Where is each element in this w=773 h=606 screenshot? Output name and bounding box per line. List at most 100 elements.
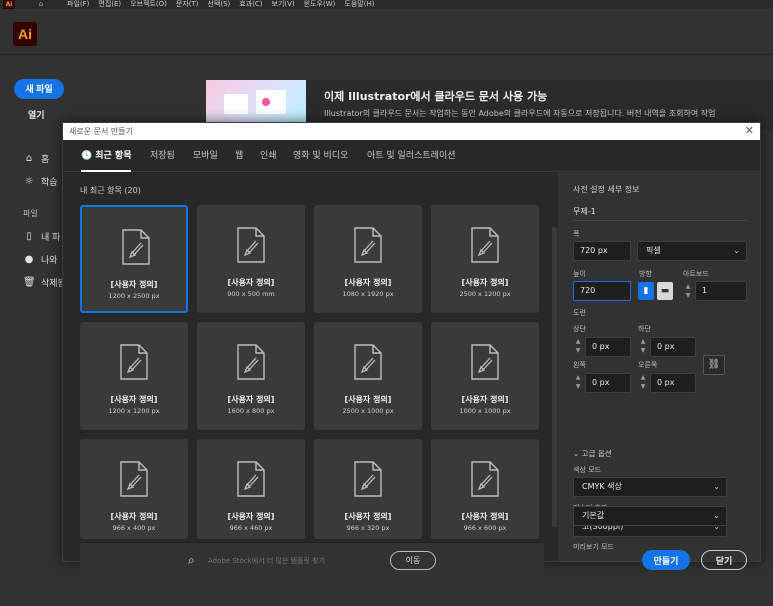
document-name-field[interactable]: 무제-1 — [573, 203, 747, 221]
preset-card[interactable]: [사용자 정의] 1080 x 1920 px — [314, 205, 422, 313]
right-label: 오른쪽 — [638, 361, 658, 369]
menu-item[interactable]: 선택(S) — [208, 0, 231, 9]
close-icon[interactable]: ✕ — [745, 124, 754, 137]
preview-mode-dropdown[interactable]: 기본값 ⌄ — [573, 506, 727, 526]
preset-dimensions: 900 x 500 mm — [227, 290, 275, 298]
preset-label: [사용자 정의] — [461, 278, 509, 287]
color-mode-label: 색상 모드 — [573, 466, 601, 474]
advanced-options-toggle[interactable]: ⌄ 고급 옵션 — [573, 448, 612, 459]
sidebar-item-label: 학습 — [41, 178, 58, 188]
menu-item[interactable]: 효과(C) — [239, 0, 262, 9]
sidebar-item-learn[interactable]: ☼ 학습 — [23, 175, 58, 188]
menu-bar: Ai ⌂ 파일(F) 편집(E) 오브젝트(O) 문자(T) 선택(S) 효과(C) 보기(… — [0, 0, 773, 9]
width-field[interactable]: 720 px — [573, 241, 631, 261]
preset-card[interactable]: [사용자 정의] 966 x 400 px — [80, 439, 188, 539]
preset-card[interactable]: [사용자 정의] 1200 x 1200 px — [80, 322, 188, 430]
landscape-icon[interactable]: ▬ — [657, 282, 673, 300]
tab-mobile[interactable]: 모바일 — [193, 140, 218, 172]
preset-details-pane: 사전 설정 세부 정보 무제-1 폭 720 px 픽셀 ⌄ 높이 720 방향… — [561, 172, 760, 561]
preview-mode-label: 미리보기 모드 — [573, 543, 614, 551]
banner-title: 이제 Illustrator에서 클라우드 문서 사용 가능 — [324, 90, 548, 103]
home-sidebar: 새 파일 열기 ⌂ 홈 ☼ 학습 파일 ▯ 내 파 ● 나와 🗑 삭제됨 — [0, 56, 66, 606]
preset-label: [사용자 정의] — [344, 512, 392, 521]
recent-heading: 내 최근 항목 (20) — [80, 186, 141, 195]
artboards-field[interactable]: 1 — [695, 281, 747, 301]
sidebar-item-label: 내 파 — [41, 233, 61, 243]
tab-saved[interactable]: 저장됨 — [150, 140, 175, 172]
menu-item[interactable]: 도움말(H) — [344, 0, 374, 9]
preset-card[interactable]: [사용자 정의] 1200 x 2500 px — [80, 205, 188, 313]
preset-label: [사용자 정의] — [344, 395, 392, 404]
artboards-label: 아트보드 — [683, 270, 709, 278]
right-field[interactable]: 0 px — [650, 373, 696, 393]
menu-item[interactable]: 문자(T) — [176, 0, 199, 9]
sidebar-item-shared[interactable]: ● 나와 — [23, 253, 58, 266]
sidebar-item-my-files[interactable]: ▯ 내 파 — [23, 230, 60, 243]
create-button[interactable]: 만들기 — [642, 550, 690, 570]
tab-art-illustration[interactable]: 아트 및 일러스트레이션 — [367, 140, 456, 172]
trash-icon: 🗑 — [23, 277, 36, 288]
open-button[interactable]: 열기 — [28, 108, 45, 121]
top-stepper[interactable]: ▲ ▼ — [573, 337, 583, 357]
stock-search-input[interactable] — [208, 553, 388, 569]
preset-dimensions: 966 x 320 px — [346, 524, 390, 532]
app-logo-small: Ai — [3, 0, 15, 9]
tab-film-video[interactable]: 영화 및 비디오 — [293, 140, 348, 172]
sidebar-item-home[interactable]: ⌂ 홈 — [23, 152, 49, 165]
close-button[interactable]: 닫기 — [701, 550, 747, 570]
unit-dropdown[interactable]: 픽셀 ⌄ — [637, 241, 747, 261]
preset-label: [사용자 정의] — [110, 395, 158, 404]
app-header: Ai — [0, 9, 773, 55]
go-button[interactable]: 이동 — [390, 551, 436, 570]
left-stepper[interactable]: ▲ ▼ — [573, 373, 583, 393]
menu-item[interactable]: 윈도우(W) — [304, 0, 336, 9]
preset-dimensions: 1600 x 800 px — [227, 407, 275, 415]
details-heading: 사전 설정 세부 정보 — [573, 185, 640, 194]
tab-recent[interactable]: 🕓 최근 항목 — [81, 140, 132, 172]
preset-card[interactable]: [사용자 정의] 2500 x 1000 px — [314, 322, 422, 430]
sidebar-item-deleted[interactable]: 🗑 삭제됨 — [23, 276, 66, 289]
preset-card[interactable]: [사용자 정의] 966 x 600 px — [431, 439, 539, 539]
preset-dimensions: 1000 x 1000 px — [459, 407, 511, 415]
preset-card[interactable]: [사용자 정의] 1000 x 1000 px — [431, 322, 539, 430]
home-icon[interactable]: ⌂ — [35, 0, 47, 9]
preset-card[interactable]: [사용자 정의] 966 x 460 px — [197, 439, 305, 539]
menu-item[interactable]: 편집(E) — [98, 0, 121, 9]
lightbulb-icon: ☼ — [24, 176, 34, 187]
portrait-icon[interactable]: ▮ — [638, 282, 654, 300]
preset-label: [사용자 정의] — [227, 278, 275, 287]
tab-print[interactable]: 인쇄 — [260, 140, 277, 172]
preset-label: [사용자 정의] — [461, 512, 509, 521]
search-icon: ⌕ — [188, 553, 195, 567]
menu-item[interactable]: 파일(F) — [67, 0, 89, 9]
document-icon — [237, 461, 265, 497]
presets-scrollbar[interactable] — [552, 227, 557, 527]
height-field[interactable]: 720 — [573, 281, 631, 301]
color-mode-dropdown[interactable]: CMYK 색상 ⌄ — [573, 477, 727, 497]
bleed-label: 도련 — [573, 309, 586, 317]
preset-label: [사용자 정의] — [227, 395, 275, 404]
menu-item[interactable]: 오브젝트(O) — [130, 0, 167, 9]
artboards-stepper[interactable]: ▲ ▼ — [683, 282, 693, 302]
left-field[interactable]: 0 px — [585, 373, 631, 393]
tab-web[interactable]: 웹 — [235, 140, 243, 172]
preset-card[interactable]: [사용자 정의] 966 x 320 px — [314, 439, 422, 539]
height-label: 높이 — [573, 270, 586, 278]
preset-card[interactable]: [사용자 정의] 1600 x 800 px — [197, 322, 305, 430]
new-file-button[interactable]: 새 파일 — [14, 79, 64, 99]
file-icon: ▯ — [26, 231, 32, 242]
preset-label: [사용자 정의] — [227, 512, 275, 521]
right-stepper[interactable]: ▲ ▼ — [638, 373, 648, 393]
preset-dimensions: 2500 x 1200 px — [459, 290, 511, 298]
document-icon — [120, 344, 148, 380]
bottom-stepper[interactable]: ▲ ▼ — [638, 337, 648, 357]
top-field[interactable]: 0 px — [585, 337, 631, 357]
sidebar-section-files: 파일 — [23, 209, 38, 218]
bottom-field[interactable]: 0 px — [650, 337, 696, 357]
menu-item[interactable]: 보기(V) — [272, 0, 295, 9]
preset-card[interactable]: [사용자 정의] 900 x 500 mm — [197, 205, 305, 313]
preset-card[interactable]: [사용자 정의] 2500 x 1200 px — [431, 205, 539, 313]
link-icon[interactable]: ⛓ — [703, 355, 725, 375]
new-document-dialog: 새로운 문서 만들기 ✕ 🕓 최근 항목 저장됨 모바일 웹 인쇄 영화 및 비디… — [62, 122, 761, 578]
preset-dimensions: 966 x 460 px — [229, 524, 273, 532]
